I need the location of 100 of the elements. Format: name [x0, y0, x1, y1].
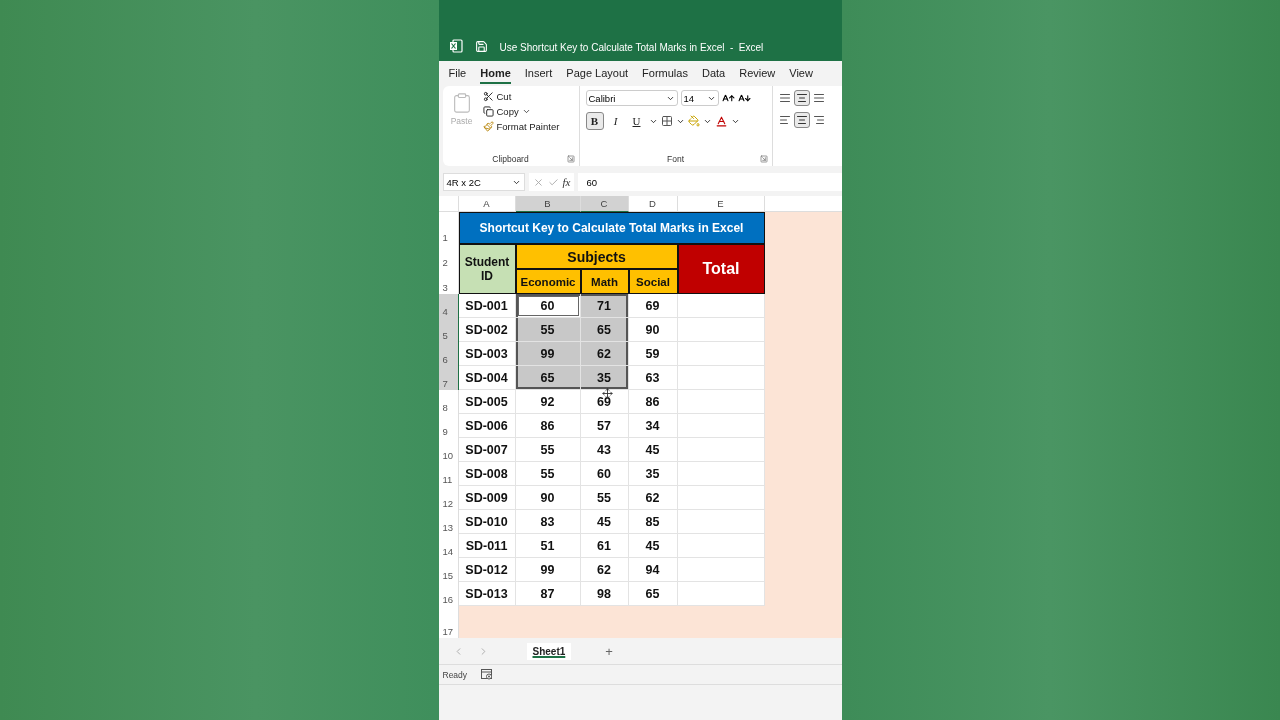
format-painter-button[interactable]: Format Painter: [480, 120, 562, 133]
column-header[interactable]: C: [580, 196, 629, 212]
row-header[interactable]: 2: [438, 244, 459, 269]
table-cell: 51: [515, 534, 581, 558]
caret-icon: [521, 107, 531, 116]
table-cell: 69: [580, 390, 629, 414]
column-header[interactable]: A: [458, 196, 516, 212]
table-cell: 83: [515, 510, 581, 534]
row-header[interactable]: 3: [438, 269, 459, 294]
bold-button[interactable]: B: [585, 112, 604, 130]
macro-record-icon[interactable]: [481, 669, 494, 680]
formula-field[interactable]: 60: [578, 173, 842, 191]
table-cell: SD-001: [458, 294, 516, 318]
row-header[interactable]: 8: [438, 390, 459, 414]
table-cell: SD-005: [458, 390, 516, 414]
ribbon-tab[interactable]: Home: [480, 63, 511, 84]
table-cell: SD-010: [458, 510, 516, 534]
table-cell: 94: [628, 558, 678, 582]
name-box[interactable]: 4R x 2C: [442, 173, 525, 191]
align-left-icon[interactable]: [778, 114, 791, 126]
table-cell: 55: [515, 318, 581, 342]
copy-icon: [482, 106, 494, 117]
table-cell: SD-004: [458, 366, 516, 390]
group-label: Font: [666, 154, 685, 164]
table-cell: 86: [628, 390, 678, 414]
row-header[interactable]: 4: [438, 294, 459, 318]
borders-icon[interactable]: [660, 115, 673, 127]
row-header[interactable]: 16: [438, 582, 459, 606]
font-color-icon[interactable]: [714, 114, 728, 128]
dialog-launcher-icon[interactable]: [566, 155, 575, 163]
dialog-launcher-icon[interactable]: [759, 155, 768, 163]
header-cell: Subjects: [515, 244, 678, 269]
row-header[interactable]: 15: [438, 558, 459, 582]
table-cell: 45: [628, 438, 678, 462]
insert-function-button[interactable]: fx: [562, 176, 571, 188]
column-header[interactable]: E: [677, 196, 765, 212]
table-cell: 43: [580, 438, 629, 462]
column-header[interactable]: D: [628, 196, 678, 212]
sheet-tab[interactable]: Sheet1: [526, 642, 572, 660]
table-cell: 35: [628, 462, 678, 486]
font-name-field[interactable]: Calibri: [585, 90, 678, 106]
ribbon-tab[interactable]: Review: [739, 63, 776, 84]
move-cursor-icon: [601, 388, 613, 399]
table-cell: 99: [515, 342, 581, 366]
ribbon-tab[interactable]: View: [789, 63, 813, 84]
table-cell: 86: [515, 414, 581, 438]
font-size-field[interactable]: 14: [680, 90, 719, 106]
table-cell: 59: [628, 342, 678, 366]
column-header[interactable]: B: [515, 196, 581, 212]
row-header[interactable]: 13: [438, 510, 459, 534]
ribbon-tab[interactable]: File: [448, 63, 467, 84]
table-cell: 69: [628, 294, 678, 318]
ribbon-tab[interactable]: Page Layout: [566, 63, 629, 84]
row-header[interactable]: 17: [438, 606, 459, 638]
table-cell: 90: [628, 318, 678, 342]
align-bottom-icon[interactable]: [812, 92, 825, 104]
table-cell: 85: [628, 510, 678, 534]
table-cell: SD-013: [458, 582, 516, 606]
align-right-icon[interactable]: [812, 114, 825, 126]
table-cell: 71: [580, 294, 629, 318]
group-label: Clipboard: [491, 154, 530, 164]
header-cell: Social: [628, 269, 678, 294]
table-cell: SD-008: [458, 462, 516, 486]
row-header[interactable]: 5: [438, 318, 459, 342]
select-all-corner[interactable]: [438, 196, 459, 212]
fill-color-icon[interactable]: [687, 115, 700, 127]
align-center-icon: [795, 114, 808, 126]
table-cell: 62: [580, 342, 629, 366]
row-header[interactable]: 11: [438, 462, 459, 486]
ribbon-tab[interactable]: Data: [701, 63, 726, 84]
table-cell: SD-012: [458, 558, 516, 582]
ribbon-tab[interactable]: Insert: [524, 63, 553, 84]
add-sheet-button[interactable]: +: [599, 642, 619, 660]
table-cell: 63: [628, 366, 678, 390]
row-header[interactable]: 6: [438, 342, 459, 366]
align-middle-icon: [795, 92, 808, 104]
row-header[interactable]: 12: [438, 486, 459, 510]
table-cell: 55: [580, 486, 629, 510]
align-center-button[interactable]: [793, 112, 810, 128]
table-cell: 60: [515, 294, 581, 318]
italic-button[interactable]: I: [606, 112, 625, 130]
align-middle-button[interactable]: [793, 90, 810, 106]
table-cell: 65: [580, 318, 629, 342]
row-header[interactable]: 10: [438, 438, 459, 462]
ribbon-tab[interactable]: Formulas: [642, 63, 688, 84]
header-cell: Economic: [515, 269, 581, 294]
paintbrush-icon: [482, 121, 494, 132]
row-header[interactable]: 9: [438, 414, 459, 438]
row-header[interactable]: 7: [438, 366, 459, 390]
header-cell: Math: [580, 269, 629, 294]
row-header[interactable]: 14: [438, 534, 459, 558]
underline-button[interactable]: U: [627, 112, 646, 130]
row-header[interactable]: 1: [438, 212, 459, 244]
align-top-icon[interactable]: [778, 92, 791, 104]
table-cell: 45: [628, 534, 678, 558]
table-cell: SD-003: [458, 342, 516, 366]
table-cell: 65: [515, 366, 581, 390]
cut-button[interactable]: Cut: [480, 90, 562, 103]
save-icon[interactable]: [474, 40, 488, 53]
copy-button[interactable]: Copy: [480, 105, 562, 118]
